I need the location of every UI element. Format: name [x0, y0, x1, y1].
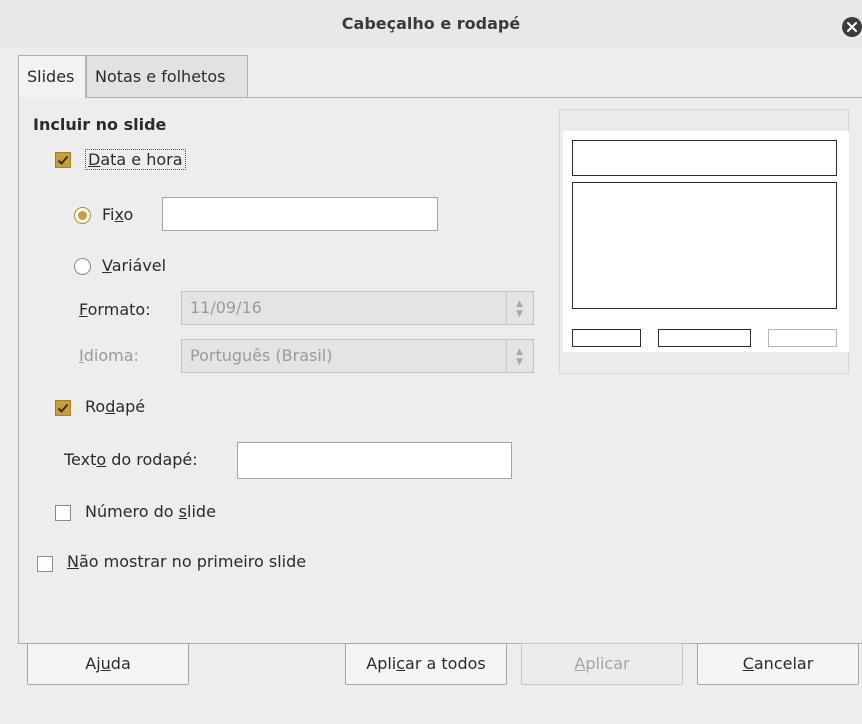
tab-notes-and-handouts[interactable]: Notas e folhetos [86, 55, 248, 97]
hide-first-slide-checkbox[interactable] [37, 556, 53, 572]
format-select[interactable]: 11/09/16 ▲ ▼ [181, 291, 534, 325]
fixed-label: Fixo [102, 205, 134, 224]
tab-slides[interactable]: Slides [18, 55, 86, 98]
preview-date-area [572, 329, 641, 347]
checkmark-icon [57, 403, 69, 413]
apply-to-all-button[interactable]: Aplicar a todos [345, 643, 507, 685]
format-label: Formato: [79, 300, 151, 319]
variable-label: Variável [102, 256, 167, 275]
spin-arrows-icon[interactable]: ▲ ▼ [506, 340, 533, 372]
close-icon [847, 22, 857, 32]
hide-first-slide-label: Não mostrar no primeiro slide [67, 552, 307, 571]
section-title: Incluir no slide [33, 115, 167, 134]
window-title: Cabeçalho e rodapé [341, 14, 521, 33]
fixed-date-input[interactable] [162, 197, 438, 231]
fixed-radio[interactable] [74, 207, 91, 224]
preview-content-area [572, 182, 837, 309]
preview-title-area [572, 140, 837, 176]
footer-checkbox[interactable] [55, 400, 71, 416]
help-button[interactable]: Ajuda [27, 643, 189, 685]
variable-radio[interactable] [74, 258, 91, 275]
slide-number-checkbox[interactable] [55, 505, 71, 521]
apply-button[interactable]: Aplicar [521, 643, 683, 685]
language-label: Idioma: [79, 346, 139, 365]
checkmark-icon [57, 155, 69, 165]
slide-number-label: Número do slide [85, 502, 216, 521]
language-value: Português (Brasil) [190, 346, 333, 365]
cancel-button[interactable]: Cancelar [697, 643, 859, 685]
tab-slides-label: Slides [27, 67, 75, 86]
date-time-checkbox[interactable] [55, 152, 71, 168]
spin-arrows-icon[interactable]: ▲ ▼ [506, 292, 533, 324]
language-select[interactable]: Português (Brasil) ▲ ▼ [181, 339, 534, 373]
footer-label: Rodapé [85, 397, 146, 416]
footer-text-input[interactable] [237, 442, 512, 479]
tab-notes-label: Notas e folhetos [95, 67, 226, 86]
date-time-label[interactable]: Data e hora [85, 149, 186, 170]
preview-slide-number-area [768, 329, 837, 347]
format-value: 11/09/16 [190, 298, 262, 317]
preview-footer-area [658, 329, 751, 347]
close-button[interactable] [842, 17, 862, 37]
footer-text-label: Texto do rodapé: [64, 450, 198, 469]
